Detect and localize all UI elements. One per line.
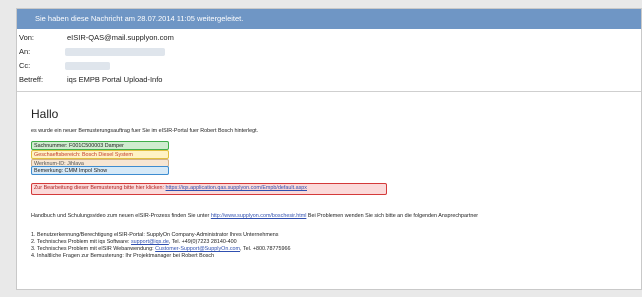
forward-notice-bar: Sie haben diese Nachricht am 28.07.2014 … bbox=[17, 9, 641, 29]
geschaeftsbereich-box: Geschaeftsbereich: Bosch Diesel System bbox=[31, 150, 169, 159]
list-item: 1. Benutzerkennung/Berechtigung eISIR-Po… bbox=[31, 232, 279, 238]
to-label: An: bbox=[19, 47, 31, 56]
subject-value: iqs EMPB Portal Upload-Info bbox=[67, 75, 163, 84]
to-row: An: bbox=[19, 47, 61, 56]
support-email-link[interactable]: support@iqs.de bbox=[131, 239, 169, 245]
bemerkung-text: Bemerkung: CMM Impol Show bbox=[34, 168, 108, 174]
handbuch-text: Handbuch und Schulungsvideo zum neuen eI… bbox=[31, 213, 210, 219]
list-item-phone: , Tel. +800.78775966 bbox=[240, 246, 291, 252]
handbuch-rest-text: Bei Problemen wenden Sie sich bitte an d… bbox=[307, 213, 479, 219]
sachnummer-text: Sachnummer: F001C500003 Damper bbox=[34, 143, 124, 149]
handbuch-line: Handbuch und Schulungsvideo zum neuen eI… bbox=[31, 213, 478, 219]
from-value[interactable]: eISIR-QAS@mail.supplyon.com bbox=[67, 33, 174, 42]
geschaeftsbereich-text: Geschaeftsbereich: Bosch Diesel System bbox=[34, 152, 133, 158]
cc-recipient-redacted bbox=[65, 62, 110, 70]
sachnummer-box: Sachnummer: F001C500003 Damper bbox=[31, 141, 169, 150]
email-header: Von: eISIR-QAS@mail.supplyon.com An: Cc:… bbox=[17, 29, 641, 92]
forward-notice-text: Sie haben diese Nachricht am 28.07.2014 … bbox=[35, 14, 244, 23]
cc-row: Cc: bbox=[19, 61, 61, 70]
greeting: Hallo bbox=[31, 107, 59, 121]
handbuch-link[interactable]: http://www.supplyon.com/boschesir.html bbox=[211, 213, 307, 219]
list-item: 3. Technisches Problem mit eISIR Webanwe… bbox=[31, 246, 290, 252]
list-item-phone: , Tel. +49(0)7223 28140-400 bbox=[168, 239, 237, 245]
cc-label: Cc: bbox=[19, 61, 31, 70]
list-item-text: 3. Technisches Problem mit eISIR Webanwe… bbox=[31, 246, 154, 252]
bemerkung-box: Bemerkung: CMM Impol Show bbox=[31, 166, 169, 175]
link-intro-text: Zur Bearbeitung dieser Bemusterung bitte… bbox=[34, 185, 165, 191]
list-item-text: 1. Benutzerkennung/Berechtigung eISIR-Po… bbox=[31, 232, 279, 238]
subject-label: Betreff: bbox=[19, 75, 44, 84]
to-recipient-redacted bbox=[65, 48, 165, 56]
list-item-text: 4. Inhaltliche Fragen zur Bemusterung: I… bbox=[31, 253, 215, 259]
from-row: Von: eISIR-QAS@mail.supplyon.com bbox=[19, 33, 174, 42]
link-box: Zur Bearbeitung dieser Bemusterung bitte… bbox=[31, 183, 387, 195]
list-item-text: 2. Technisches Problem mit iqs Software: bbox=[31, 239, 130, 245]
intro-text: es wurde ein neuer Bemusterungsauftrag f… bbox=[31, 128, 259, 134]
email-window: Sie haben diese Nachricht am 28.07.2014 … bbox=[16, 8, 642, 290]
portal-link[interactable]: https://iqs.application.qas.supplyon.com… bbox=[166, 185, 307, 191]
customer-support-link[interactable]: Customer-Support@SupplyOn.com bbox=[155, 246, 240, 252]
from-label: Von: bbox=[19, 33, 35, 42]
subject-row: Betreff: iqs EMPB Portal Upload-Info bbox=[19, 75, 162, 84]
list-item: 4. Inhaltliche Fragen zur Bemusterung: I… bbox=[31, 253, 214, 259]
list-item: 2. Technisches Problem mit iqs Software:… bbox=[31, 239, 237, 245]
